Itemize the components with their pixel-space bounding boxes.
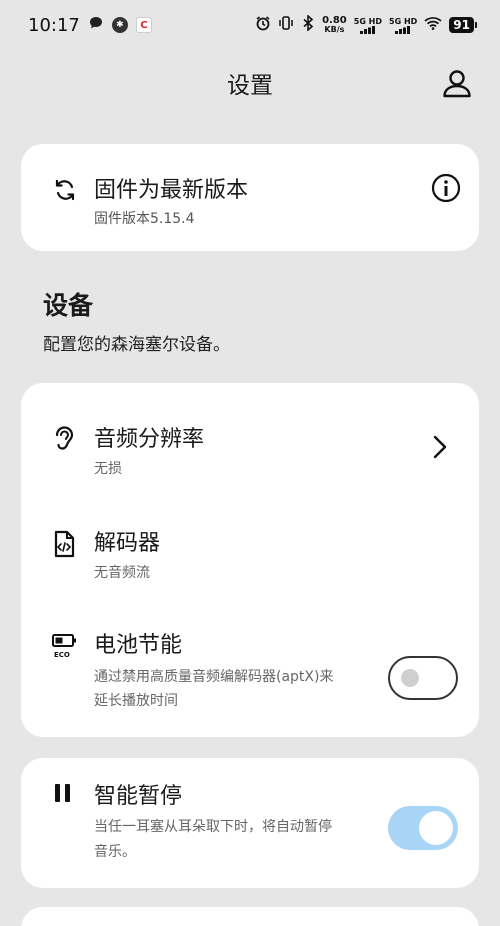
vibrate-icon (278, 15, 294, 36)
next-settings-card (21, 907, 479, 926)
smart-pause-title: 智能暂停 (94, 784, 183, 809)
firmware-status: 固件为最新版本 (94, 178, 249, 203)
pause-icon (51, 781, 75, 809)
battery-saving-title: 电池节能 (94, 633, 183, 658)
info-icon (431, 173, 461, 203)
resolution-title: 音频分辨率 (94, 427, 205, 452)
codec-row: 解码器 无音频流 (21, 511, 479, 593)
alarm-icon (255, 15, 271, 36)
signal-2: 5G HD (389, 17, 417, 34)
device-section-description: 配置您的森海塞尔设备。 (43, 335, 230, 355)
codec-value: 无音频流 (94, 565, 150, 581)
chevron-right-icon (431, 433, 449, 461)
battery-eco-icon: ECO (51, 631, 79, 665)
bluetooth-icon (301, 13, 315, 36)
battery-saving-toggle[interactable] (388, 656, 458, 700)
signal-1: 5G HD (354, 17, 382, 34)
page-title: 设置 (227, 73, 273, 99)
smart-pause-card: 智能暂停 当任一耳塞从耳朵取下时，将自动暂停 音乐。 (21, 758, 479, 888)
profile-button[interactable] (440, 66, 474, 100)
message-icon (88, 15, 104, 36)
ear-icon (51, 423, 77, 457)
firmware-card: 固件为最新版本 固件版本5.15.4 (21, 144, 479, 251)
status-bar: 10:17 ✱ C 0.80 KB/s 5G HD 5G HD 91 (0, 0, 500, 50)
battery-saving-row: ECO 电池节能 通过禁用高质量音频编解码器(aptX)来 延长播放时间 (21, 615, 479, 725)
battery-saving-desc-2: 延长播放时间 (94, 693, 178, 709)
refresh-icon (53, 178, 77, 206)
battery-indicator: 91 (449, 17, 477, 33)
codec-title: 解码器 (94, 531, 161, 556)
toggle-knob (419, 811, 453, 845)
status-time: 10:17 (28, 14, 80, 36)
toggle-knob (401, 669, 419, 687)
app-notification-icon: C (135, 17, 152, 33)
smart-pause-desc-1: 当任一耳塞从耳朵取下时，将自动暂停 (94, 819, 332, 835)
resolution-value: 无损 (94, 461, 122, 477)
info-button[interactable] (431, 173, 461, 203)
device-settings-card: 音频分辨率 无损 解码器 无音频流 ECO 电池节能 通过禁用高质量音频编解码器… (21, 383, 479, 737)
smart-pause-desc-2: 音乐。 (94, 844, 136, 860)
battery-saving-desc-1: 通过禁用高质量音频编解码器(aptX)来 (94, 669, 334, 685)
file-code-icon (51, 529, 77, 563)
wifi-icon (424, 15, 442, 35)
smart-pause-toggle[interactable] (388, 806, 458, 850)
device-section-title: 设备 (43, 291, 94, 320)
network-speed: 0.80 KB/s (322, 15, 347, 35)
user-icon (443, 70, 471, 98)
firmware-version: 固件版本5.15.4 (94, 211, 195, 227)
bluetooth-notification-icon: ✱ (111, 17, 128, 33)
app-header: 设置 (0, 60, 500, 106)
resolution-row[interactable]: 音频分辨率 无损 (21, 407, 479, 489)
svg-text:ECO: ECO (54, 651, 70, 659)
